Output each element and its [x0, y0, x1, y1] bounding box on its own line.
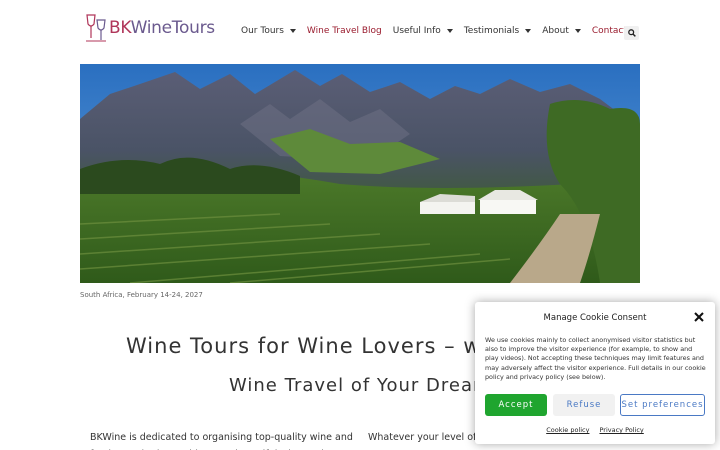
search-icon [627, 29, 636, 37]
cookie-consent-dialog: Manage Cookie Consent We use cookies mai… [475, 302, 715, 444]
logo-text-bk: BK [109, 18, 131, 38]
nav-about[interactable]: About [542, 26, 581, 36]
chevron-down-icon [446, 29, 453, 33]
chevron-down-icon [289, 29, 296, 33]
set-preferences-button[interactable]: Set preferences [620, 394, 705, 416]
nav-wine-travel-blog[interactable]: Wine Travel Blog [307, 26, 382, 36]
nav-wine-travel-blog-label: Wine Travel Blog [306, 26, 382, 36]
nav-our-tours[interactable]: Our Tours [241, 26, 296, 36]
cookie-links: Cookie policy Privacy Policy [475, 426, 715, 434]
site-logo[interactable]: BKWineTours [83, 12, 215, 44]
page-subtitle: Wine Travel of Your Dream [229, 375, 492, 396]
main-nav: Our Tours Wine Travel Blog Useful Info T… [241, 26, 638, 36]
site-header: BKWineTours Our Tours Wine Travel Blog U… [0, 0, 720, 64]
cookie-dialog-title: Manage Cookie Consent [543, 313, 647, 323]
page-title: Wine Tours for Wine Lovers – w [126, 334, 482, 358]
nav-useful-info[interactable]: Useful Info [393, 26, 453, 36]
vineyard-mountain-image [80, 64, 640, 283]
nav-our-tours-label: Our Tours [241, 26, 284, 36]
nav-testimonials-label: Testimonials [463, 26, 520, 36]
cookie-dialog-body: We use cookies mainly to collect anonymi… [485, 336, 706, 381]
chevron-down-icon [574, 29, 581, 33]
nav-about-label: About [542, 26, 569, 36]
hero-caption: South Africa, February 14-24, 2027 [80, 291, 203, 299]
refuse-button[interactable]: Refuse [553, 394, 615, 416]
intro-column-left: BKWine is dedicated to organising top-qu… [90, 432, 353, 450]
nav-useful-info-label: Useful Info [392, 26, 441, 36]
logo-text-rest: WineTours [130, 18, 216, 38]
cookie-policy-link[interactable]: Cookie policy [546, 426, 589, 434]
accept-button[interactable]: Accept [485, 394, 547, 416]
close-icon[interactable] [693, 311, 705, 323]
wine-glass-logo-icon [86, 14, 106, 42]
nav-contact-label: Contact [591, 26, 627, 36]
hero-image [80, 64, 640, 283]
search-button[interactable] [624, 26, 639, 40]
nav-testimonials[interactable]: Testimonials [463, 26, 532, 36]
chevron-down-icon [525, 29, 532, 33]
privacy-policy-link[interactable]: Privacy Policy [599, 426, 643, 434]
logo-text: BKWineTours [109, 18, 215, 38]
nav-contact[interactable]: Contact [592, 26, 627, 36]
